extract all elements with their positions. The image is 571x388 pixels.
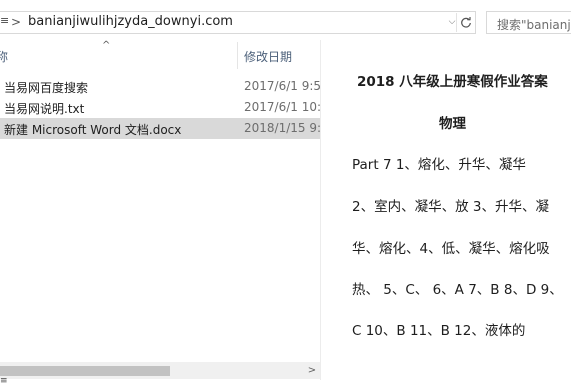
- status-bar: [0, 379, 571, 388]
- file-name: 当易网说明.txt: [4, 102, 85, 116]
- document-line: Part 7 1、熔化、升华、凝华: [352, 157, 526, 173]
- preview-pane: 2018 八年级上册寒假作业答案 物理 Part 7 1、熔化、升华、凝华 2、…: [321, 40, 571, 380]
- explorer-window: ≡ > banianjiwulihjzyda_downyi.com ⌵ 搜索"b…: [0, 0, 571, 388]
- horizontal-scrollbar[interactable]: >: [0, 362, 320, 379]
- file-row[interactable]: 当易网百度搜索 2017/6/1 9:57: [0, 76, 320, 97]
- file-date-modified: 2018/1/15 9:4: [244, 121, 320, 135]
- refresh-button[interactable]: [456, 13, 475, 32]
- scroll-right-icon[interactable]: >: [306, 363, 318, 378]
- column-divider[interactable]: [237, 42, 238, 69]
- document-line: 热、 5、C、 6、A 7、B 8、D 9、: [352, 282, 563, 298]
- column-header-row: ^ 称 修改日期: [0, 40, 320, 70]
- file-date-modified: 2017/6/1 10:0: [244, 100, 320, 114]
- document-title: 2018 八年级上册寒假作业答案: [357, 74, 548, 90]
- file-list-pane: ^ 称 修改日期 当易网百度搜索 2017/6/1 9:57 当易网说明.txt 20…: [0, 40, 320, 380]
- document-line: 2、室内、凝华、放 3、升华、凝: [352, 199, 549, 215]
- file-row[interactable]: 新建 Microsoft Word 文档.docx 2018/1/15 9:4: [0, 118, 320, 139]
- document-line: C 10、B 11、B 12、液体的: [352, 323, 526, 339]
- file-name: 当易网百度搜索: [4, 81, 89, 95]
- menu-edge-icon: ≡: [0, 14, 8, 27]
- status-view-icon[interactable]: ≡: [0, 376, 8, 386]
- file-date-modified: 2017/6/1 9:57: [244, 79, 320, 93]
- breadcrumb-separator-icon[interactable]: >: [11, 15, 21, 29]
- address-path[interactable]: banianjiwulihjzyda_downyi.com: [28, 14, 233, 29]
- document-subject: 物理: [439, 116, 466, 132]
- refresh-icon: [461, 16, 471, 28]
- file-name: 新建 Microsoft Word 文档.docx: [4, 123, 182, 137]
- column-header-name[interactable]: 称: [0, 48, 8, 65]
- search-placeholder: 搜索"banianji: [497, 18, 571, 32]
- file-rows: 当易网百度搜索 2017/6/1 9:57 当易网说明.txt 2017/6/1 10…: [0, 76, 320, 139]
- sort-ascending-icon: ^: [102, 40, 111, 51]
- file-row[interactable]: 当易网说明.txt 2017/6/1 10:0: [0, 97, 320, 118]
- scrollbar-thumb[interactable]: [0, 366, 170, 376]
- search-input[interactable]: 搜索"banianji: [486, 11, 571, 34]
- document-line: 华、熔化、4、低、凝华、熔化吸: [352, 241, 550, 257]
- column-header-date-modified[interactable]: 修改日期: [244, 48, 292, 65]
